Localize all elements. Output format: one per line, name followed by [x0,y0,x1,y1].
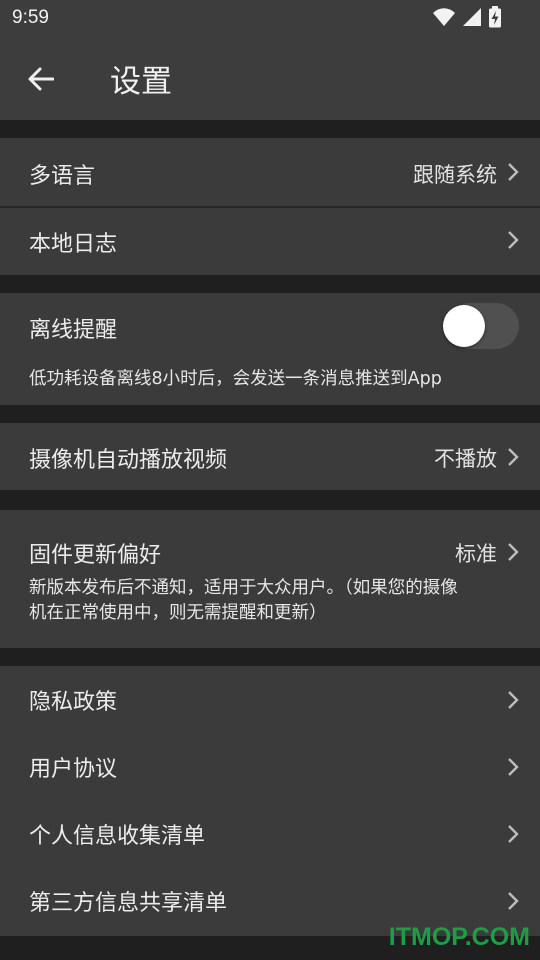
camera-autoplay-row[interactable]: 摄像机自动播放视频 不播放 [0,423,540,490]
offline-reminder-card: 离线提醒 低功耗设备离线8小时后，会发送一条消息推送到App [0,293,540,405]
offline-reminder-label: 离线提醒 [29,318,118,343]
camera-autoplay-card: 摄像机自动播放视频 不播放 [0,423,540,490]
signal-icon [462,8,481,26]
chevron-right-icon [508,543,519,561]
personal-info-list-label: 个人信息收集清单 [29,824,206,849]
wifi-icon [432,8,455,26]
toggle-thumb [443,305,485,347]
status-time: 9:59 [12,7,49,28]
user-agreement-row[interactable]: 用户协议 [0,733,540,800]
arrow-left-icon [28,67,54,91]
watermark: ITMOP.COM [388,923,530,951]
local-log-row[interactable]: 本地日志 [0,208,540,275]
general-card: 多语言 跟随系统 本地日志 [0,138,540,275]
firmware-update-description-line2: 机在正常使用中，则无需提醒和更新） [29,603,327,623]
offline-reminder-row: 离线提醒 低功耗设备离线8小时后，会发送一条消息推送到App [0,293,540,405]
privacy-policy-label: 隐私政策 [29,690,118,715]
firmware-update-row[interactable]: 固件更新偏好 标准 新版本发布后不通知，适用于大众用户。（如果您的摄像 机在正常… [0,510,540,648]
language-value: 跟随系统 [413,163,497,187]
battery-charging-icon [489,6,501,28]
chevron-right-icon [508,163,519,181]
chevron-right-icon [508,825,519,843]
chevron-right-icon [508,758,519,776]
firmware-update-label: 固件更新偏好 [29,543,162,568]
personal-info-list-row[interactable]: 个人信息收集清单 [0,800,540,867]
app-bar: 设置 [0,36,540,120]
status-icons [432,6,502,28]
third-party-sharing-label: 第三方信息共享清单 [29,891,228,916]
status-bar: 9:59 [0,0,540,36]
camera-autoplay-label: 摄像机自动播放视频 [29,448,228,473]
language-label: 多语言 [29,164,96,189]
chevron-right-icon [508,892,519,910]
chevron-right-icon [508,448,519,466]
offline-reminder-toggle[interactable] [443,303,519,349]
legal-card: 隐私政策 用户协议 个人信息收集清单 第三方信息共享清单 [0,666,540,936]
chevron-right-icon [508,231,519,249]
firmware-update-value: 标准 [455,542,497,566]
camera-autoplay-value: 不播放 [434,447,497,471]
page-title: 设置 [110,64,172,100]
firmware-update-card: 固件更新偏好 标准 新版本发布后不通知，适用于大众用户。（如果您的摄像 机在正常… [0,510,540,648]
chevron-right-icon [508,691,519,709]
user-agreement-label: 用户协议 [29,757,118,782]
local-log-label: 本地日志 [29,232,118,257]
firmware-update-description-line1: 新版本发布后不通知，适用于大众用户。（如果您的摄像 [29,578,458,598]
language-row[interactable]: 多语言 跟随系统 [0,138,540,206]
offline-reminder-description: 低功耗设备离线8小时后，会发送一条消息推送到App [29,369,442,389]
back-button[interactable] [20,58,62,100]
privacy-policy-row[interactable]: 隐私政策 [0,666,540,733]
